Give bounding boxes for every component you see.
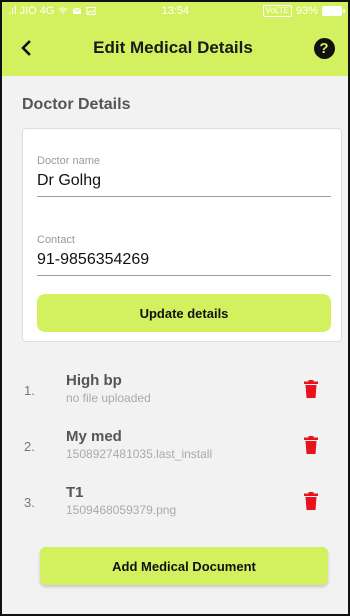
document-name: My med [66, 428, 122, 445]
volte-badge: VoLTE [262, 5, 292, 17]
app-bar: Edit Medical Details ? [2, 20, 348, 76]
contact-label: Contact [37, 234, 75, 246]
battery-icon [322, 6, 345, 16]
add-medical-document-button[interactable]: Add Medical Document [40, 547, 328, 585]
contact-field[interactable]: Contact 91-9856354269 [37, 234, 331, 276]
wifi-icon [59, 7, 68, 14]
trash-icon [304, 436, 318, 454]
delete-button[interactable] [300, 432, 322, 458]
document-name: T1 [66, 484, 84, 501]
back-button[interactable] [2, 20, 50, 76]
trash-icon [304, 492, 318, 510]
item-index: 3. [24, 495, 35, 510]
document-file: no file uploaded [66, 391, 151, 405]
contact-input[interactable]: 91-9856354269 [37, 246, 331, 276]
question-mark-icon: ? [313, 37, 335, 59]
clock: 13:54 [161, 5, 190, 17]
help-button[interactable]: ? [300, 20, 348, 76]
delete-button[interactable] [300, 376, 322, 402]
document-file: 1508927481035.last_install [66, 447, 213, 461]
document-file: 1509468059379.png [66, 503, 177, 517]
trash-icon [304, 380, 318, 398]
image-notification-icon [86, 7, 96, 15]
app-frame: .ıl JIO 4G 13:54 VoLTE 93% Edit Medical … [0, 0, 350, 616]
medical-document-list: 1. High bp no file uploaded 2. My med 15… [24, 368, 334, 536]
doctor-section-title: Doctor Details [22, 96, 131, 113]
doctor-details-card: Doctor name Dr Golhg Contact 91-98563542… [22, 128, 342, 342]
chevron-left-icon [21, 40, 31, 56]
item-index: 1. [24, 383, 35, 398]
delete-button[interactable] [300, 488, 322, 514]
battery-percent: 93% [295, 5, 318, 17]
message-icon [73, 7, 82, 14]
carrier-label: .ıl JIO 4G [8, 5, 55, 17]
status-bar-left: .ıl JIO 4G [8, 5, 118, 17]
list-item[interactable]: 3. T1 1509468059379.png [24, 480, 334, 536]
doctor-name-input[interactable]: Dr Golhg [37, 167, 331, 197]
doctor-name-label: Doctor name [37, 155, 100, 167]
status-bar-right: VoLTE 93% [262, 5, 345, 17]
item-index: 2. [24, 439, 35, 454]
status-bar: .ıl JIO 4G 13:54 VoLTE 93% [2, 2, 348, 20]
page-title: Edit Medical Details [93, 38, 253, 57]
document-name: High bp [66, 372, 122, 389]
list-item[interactable]: 2. My med 1508927481035.last_install [24, 424, 334, 480]
doctor-name-field[interactable]: Doctor name Dr Golhg [37, 155, 331, 197]
list-item[interactable]: 1. High bp no file uploaded [24, 368, 334, 424]
update-details-button[interactable]: Update details [37, 294, 331, 332]
